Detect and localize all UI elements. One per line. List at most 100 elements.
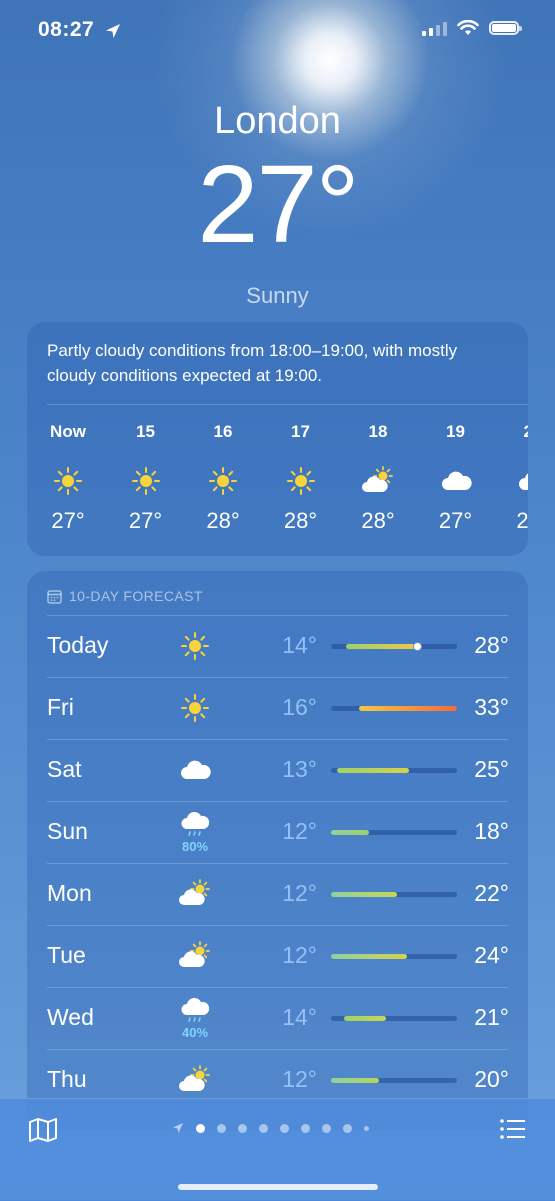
hourly-item: Now 27° [33,422,103,534]
page-dot[interactable] [217,1123,226,1133]
low-temperature: 12° [282,818,317,844]
temperature-range-bar [346,644,422,649]
temperature-range-track [331,830,457,835]
page-dot[interactable] [259,1123,268,1133]
precipitation-chance: 40% [181,1024,209,1040]
hour-temperature: 28° [361,508,395,533]
temperature-range-track [331,954,457,959]
high-temperature: 22° [474,880,509,906]
forecast-row[interactable]: Sun 80% 12° 18° [27,801,528,863]
high-temperature: 25° [474,756,509,782]
hourly-item: 18 28° [343,422,413,534]
low-temperature: 12° [282,942,317,968]
hour-label: 16 [213,422,233,441]
rain-cloud-icon: 40% [175,995,215,1041]
high-temperature: 24° [474,942,509,968]
page-dot[interactable] [343,1123,352,1133]
forecast-day: Sun [47,818,88,844]
ten-day-header: 10-DAY FORECAST [47,588,203,604]
page-dot[interactable] [196,1123,205,1133]
forecast-row[interactable]: Sat 13° 25° [27,739,528,801]
cloud-icon [498,456,528,506]
temperature-range-bar [331,892,397,897]
temperature-range-track [331,892,457,897]
page-dot[interactable] [238,1123,247,1133]
hour-temperature: 27° [438,508,473,533]
divider [47,739,508,740]
hour-temperature: 28° [283,508,318,533]
high-temperature: 33° [474,694,509,720]
temperature-range-track [331,1016,457,1021]
temperature-range-track [331,1078,457,1083]
temperature-range-track [331,642,457,651]
partly-cloudy-icon [175,871,215,917]
page-dot[interactable] [301,1123,310,1133]
low-temperature: 12° [282,880,317,906]
hour-temperature: 28° [206,508,240,533]
forecast-row[interactable]: Fri 16° 33° [27,677,528,739]
ten-day-forecast-card[interactable]: 10-DAY FORECAST Today 14° 28° Fri 16° 33… [27,571,528,1131]
hourly-item: 15 27° [111,422,181,534]
partly-cloudy-icon [175,933,215,979]
home-indicator [178,1184,378,1190]
city-name: London [214,100,341,142]
temperature-range-track [331,706,457,711]
hour-label: 15 [136,422,155,441]
page-indicator[interactable] [172,1122,369,1134]
forecast-row[interactable]: Tue 12° 24° [27,925,528,987]
high-temperature: 18° [474,818,509,844]
hour-label: 19 [446,422,465,441]
current-location-icon [173,1123,183,1133]
hourly-forecast-card[interactable]: Partly cloudy conditions from 18:00–19:0… [27,322,528,556]
forecast-row[interactable]: Mon 12° 22° [27,863,528,925]
divider [47,677,508,678]
current-condition: Sunny [246,283,309,308]
divider [47,615,508,616]
divider [47,404,528,405]
current-temperature: 27° [197,143,359,266]
low-temperature: 14° [282,1004,317,1030]
current-temp-marker [412,642,422,651]
low-temperature: 14° [282,632,317,658]
temperature-range-bar [343,1016,387,1021]
forecast-row[interactable]: Today 14° 28° [27,615,528,677]
low-temperature: 13° [282,756,317,782]
hourly-item: 19 27° [421,422,491,534]
status-time: 08:27 [38,18,95,41]
location-arrow-icon [106,24,120,38]
high-temperature: 20° [474,1066,509,1092]
rain-cloud-icon: 80% [175,809,215,855]
divider [47,801,508,802]
list-icon[interactable] [499,1117,527,1141]
page-dot[interactable] [322,1123,331,1133]
map-icon[interactable] [28,1117,58,1143]
divider [47,925,508,926]
battery-icon [489,21,522,35]
partly-cloudy-icon [343,456,413,506]
forecast-day: Wed [47,1004,94,1030]
temperature-range-bar [358,706,457,711]
forecast-row[interactable]: Wed 40% 14° 21° [27,987,528,1049]
status-bar: 08:27 [0,0,555,60]
hourly-item: 17 28° [266,422,336,534]
cloud-icon [421,456,491,506]
forecast-day: Sat [47,756,82,782]
sun-icon [33,456,103,506]
temperature-range-bar [331,954,407,959]
page-dot[interactable] [364,1125,369,1131]
sun-icon [188,456,258,506]
divider [47,1049,508,1050]
temperature-range-bar [331,1078,379,1083]
partly-cloudy-icon [175,1057,215,1103]
precipitation-chance: 80% [181,838,209,854]
high-temperature: 28° [474,632,509,658]
low-temperature: 12° [282,1066,317,1092]
forecast-day: Mon [47,880,92,906]
status-icons [422,20,522,36]
divider [47,987,508,988]
calendar-icon [47,589,62,604]
ten-day-header-label: 10-DAY FORECAST [69,588,203,604]
page-dot[interactable] [280,1123,289,1133]
temperature-range-bar [331,830,369,835]
forecast-summary: Partly cloudy conditions from 18:00–19:0… [47,341,458,385]
